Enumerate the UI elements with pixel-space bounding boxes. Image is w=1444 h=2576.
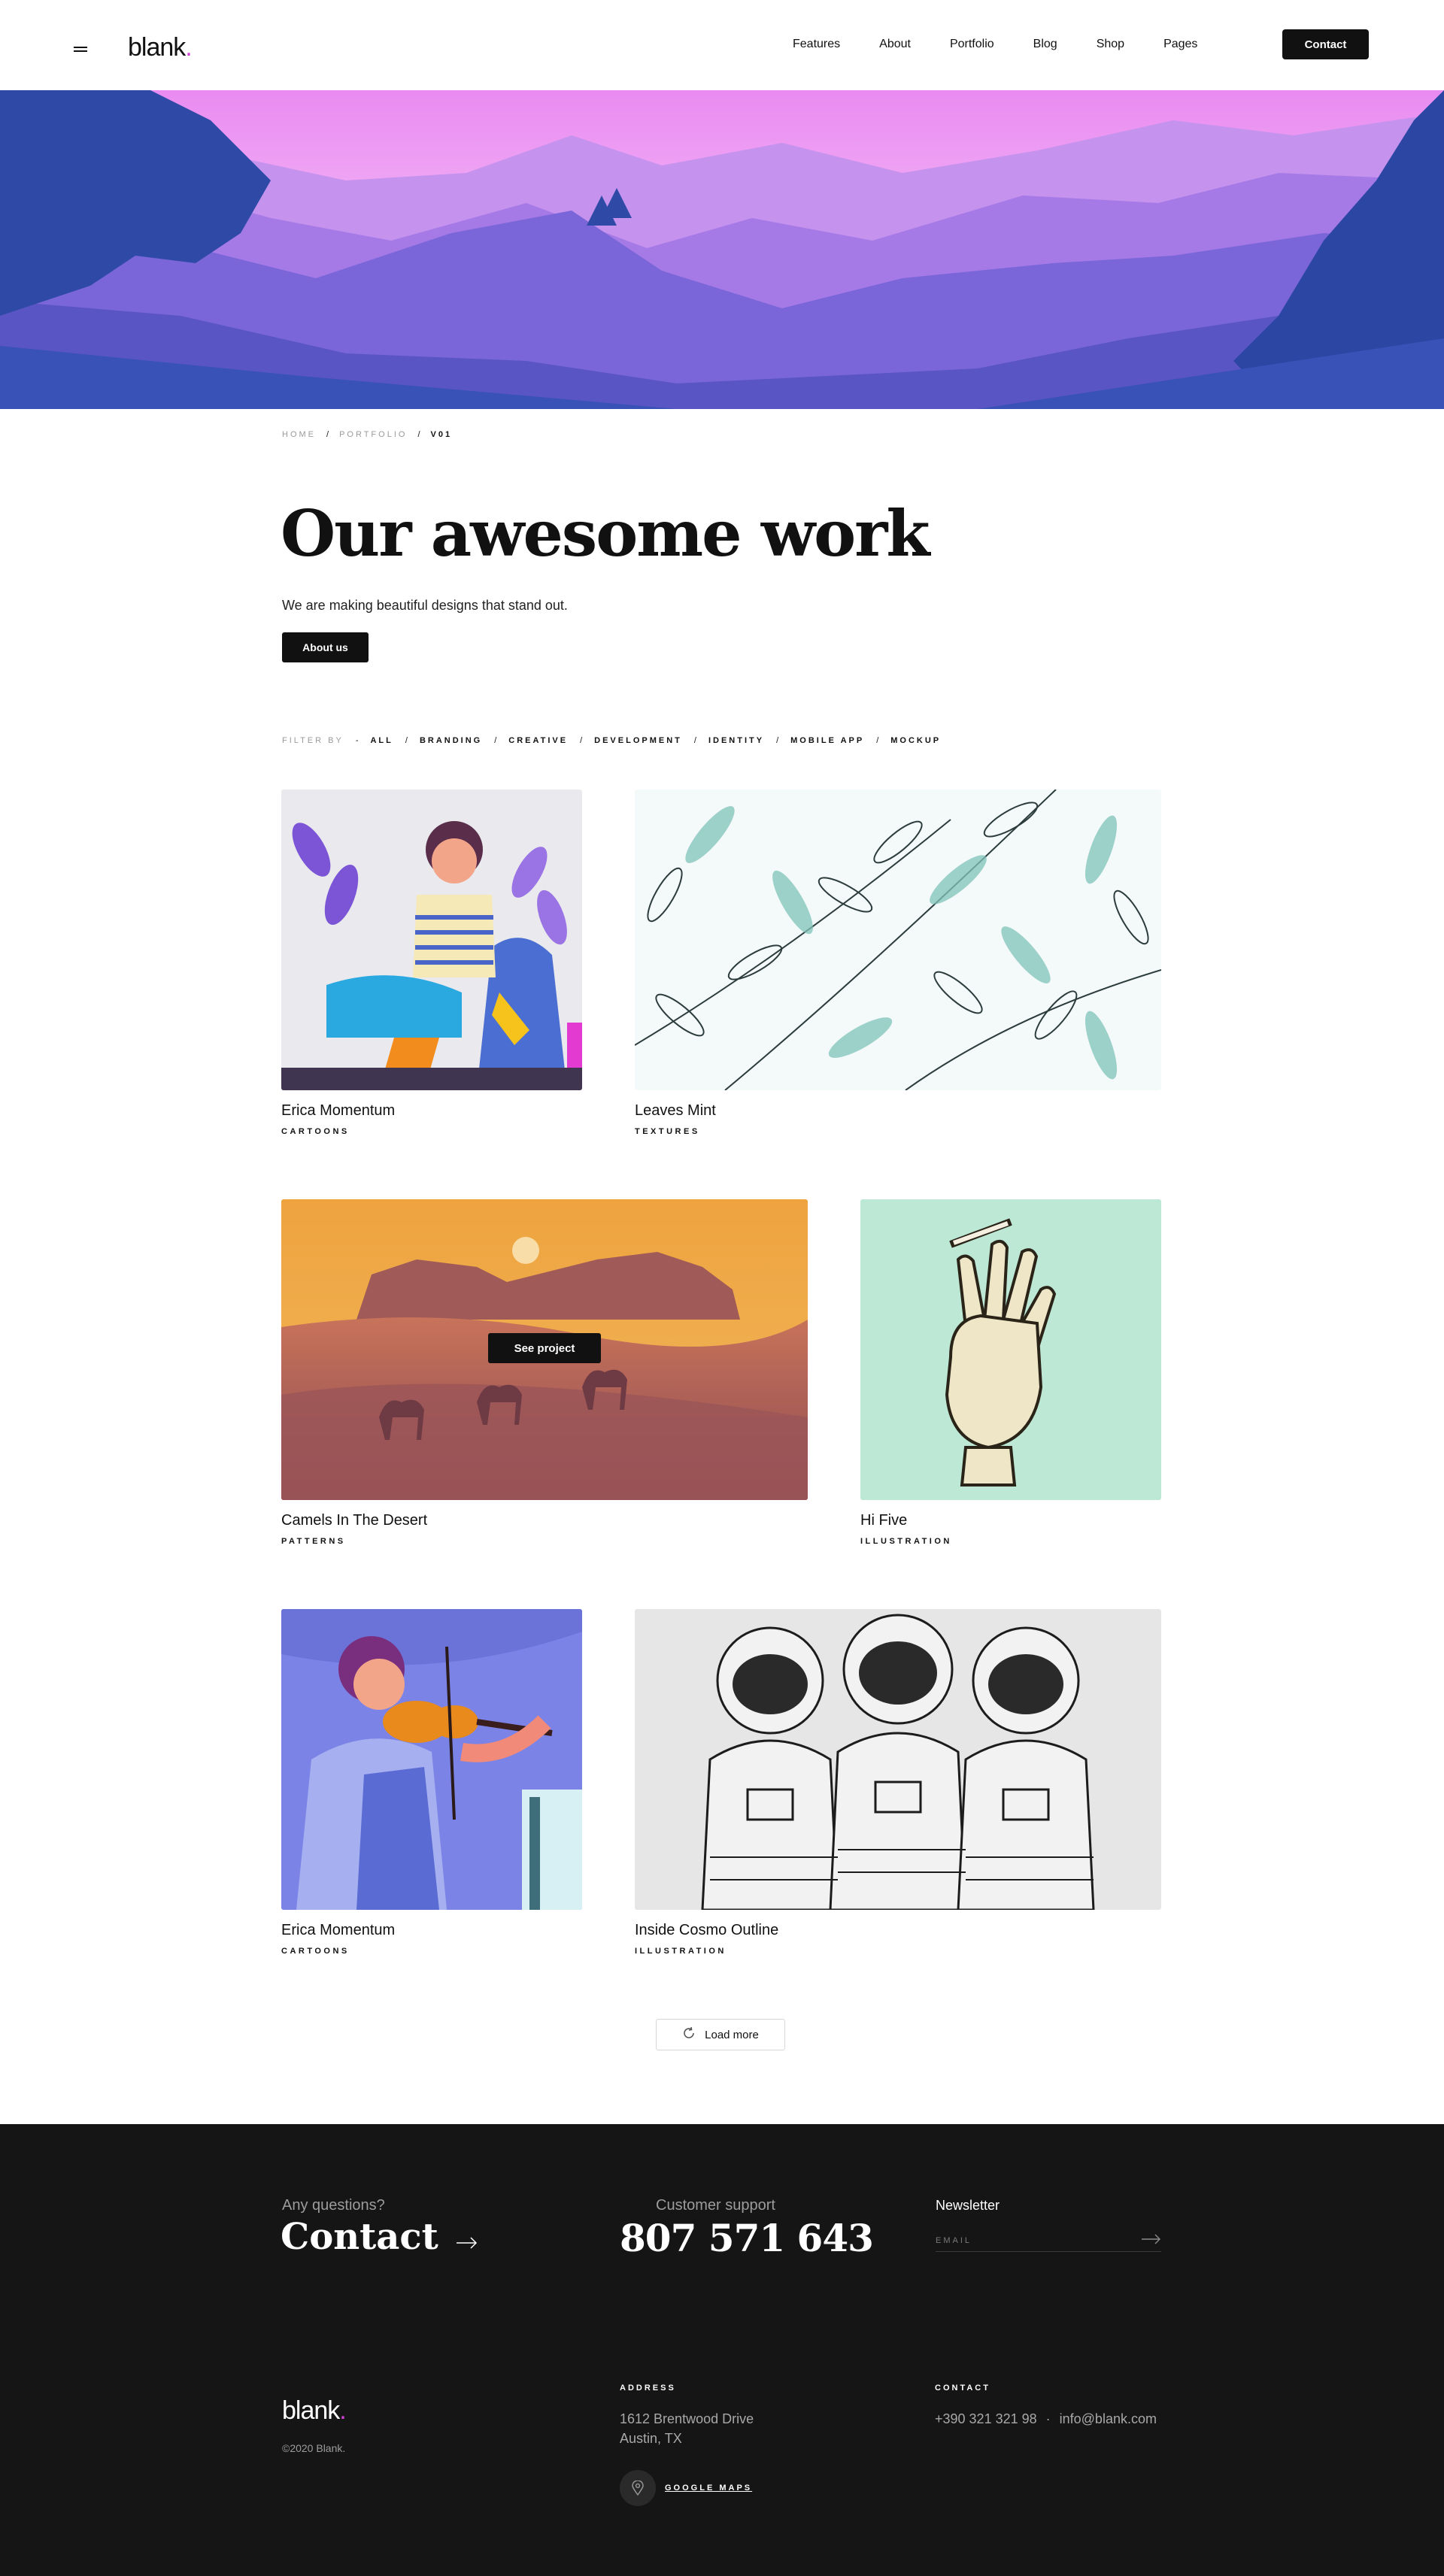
site-header: blank. Features About Portfolio Blog Sho… [0,0,1444,90]
arrow-right-icon [456,2216,478,2258]
breadcrumb-separator: / [326,430,329,439]
filter-development[interactable]: DEVELOPMENT [594,736,682,745]
nav-portfolio[interactable]: Portfolio [950,38,994,51]
project-card[interactable]: Inside Cosmo Outline ILLUSTRATION [635,1609,1161,1956]
hamburger-menu-icon[interactable] [74,47,87,53]
portfolio-filter: FILTER BY - ALL / BRANDING / CREATIVE / … [282,736,941,745]
project-card[interactable]: Hi Five ILLUSTRATION [860,1199,1161,1546]
address-line-1: 1612 Brentwood Drive [620,2411,754,2426]
project-category: ILLUSTRATION [860,1537,952,1546]
project-title[interactable]: Leaves Mint [635,1102,1161,1120]
project-card[interactable]: Leaves Mint TEXTURES [635,789,1161,1136]
refresh-icon [682,2026,696,2043]
project-category: TEXTURES [635,1127,700,1136]
filter-separator: / [876,736,879,745]
project-image-camels-in-the-desert[interactable]: See project [281,1199,808,1500]
filter-separator: / [693,736,696,745]
site-footer: Any questions? Contact Customer support … [0,2124,1444,2576]
google-maps-label[interactable]: GOOGLE MAPS [665,2484,752,2493]
newsletter-heading: Newsletter [936,2198,1000,2213]
filter-mockup[interactable]: MOCKUP [890,736,941,745]
project-card[interactable]: Erica Momentum CARTOONS [281,1609,582,1956]
project-image-inside-cosmo-outline[interactable] [635,1609,1161,1910]
filter-creative[interactable]: CREATIVE [508,736,568,745]
see-project-button[interactable]: See project [488,1333,601,1363]
breadcrumb-home[interactable]: HOME [282,430,316,439]
footer-questions: Any questions? [282,2197,385,2214]
footer-copyright: ©2020 Blank. [282,2442,346,2454]
contact-separator: · [1045,2411,1051,2426]
filter-dash: - [355,736,359,745]
filter-separator: / [580,736,583,745]
nav-shop[interactable]: Shop [1097,38,1124,51]
project-category: CARTOONS [281,1127,350,1136]
breadcrumb-portfolio[interactable]: PORTFOLIO [339,430,407,439]
project-title[interactable]: Hi Five [860,1512,1161,1529]
footer-contact-link[interactable]: Contact [281,2216,478,2258]
project-image-leaves-mint[interactable] [635,789,1161,1090]
breadcrumb-current: V01 [430,430,453,439]
filter-all[interactable]: ALL [370,736,393,745]
filter-branding[interactable]: BRANDING [420,736,482,745]
contact-button[interactable]: Contact [1282,29,1369,59]
contact-email[interactable]: info@blank.com [1060,2411,1157,2427]
filter-identity[interactable]: IDENTITY [708,736,764,745]
load-more-label: Load more [705,2028,759,2041]
nav-features[interactable]: Features [793,38,840,51]
filter-separator: / [494,736,497,745]
project-title[interactable]: Erica Momentum [281,1102,582,1120]
filter-label: FILTER BY [282,736,344,745]
project-category: ILLUSTRATION [635,1947,727,1956]
page-title: Our awesome work [281,496,930,571]
contact-details: +390 321 321 98 · info@blank.com [935,2411,1157,2427]
site-logo[interactable]: blank. [128,33,193,62]
filter-mobile-app[interactable]: MOBILE APP [790,736,864,745]
contact-phone[interactable]: +390 321 321 98 [935,2411,1037,2427]
project-card[interactable]: Erica Momentum CARTOONS [281,789,582,1136]
map-pin-icon [620,2470,656,2506]
filter-separator: / [405,736,408,745]
hero-banner-image [0,90,1444,409]
nav-blog[interactable]: Blog [1033,38,1057,51]
load-more-button[interactable]: Load more [656,2019,785,2050]
footer-phone[interactable]: 807 571 643 [620,2216,874,2260]
project-image-erica-momentum-violin[interactable] [281,1609,582,1910]
project-image-hi-five[interactable] [860,1199,1161,1500]
submit-arrow-icon[interactable] [1142,2234,1161,2247]
email-placeholder: EMAIL [936,2235,972,2245]
project-category: PATTERNS [281,1537,346,1546]
filter-separator: / [776,736,779,745]
project-card[interactable]: See project Camels In The Desert PATTERN… [281,1199,808,1546]
project-title[interactable]: Erica Momentum [281,1922,582,1939]
address-line-2: Austin, TX [620,2431,682,2446]
address-heading: ADDRESS [620,2384,676,2393]
footer-support-label: Customer support [656,2197,775,2214]
contact-heading: CONTACT [935,2384,990,2393]
google-maps-link[interactable]: GOOGLE MAPS [620,2470,752,2506]
about-us-button[interactable]: About us [282,632,369,662]
nav-pages[interactable]: Pages [1163,38,1197,51]
project-image-erica-momentum[interactable] [281,789,582,1090]
footer-contact-label: Contact [281,2216,438,2258]
project-title[interactable]: Inside Cosmo Outline [635,1922,1161,1939]
project-title[interactable]: Camels In The Desert [281,1512,808,1529]
page-intro: We are making beautiful designs that sta… [282,598,568,613]
main-nav: Features About Portfolio Blog Shop Pages [793,38,1236,51]
breadcrumb: HOME / PORTFOLIO / V01 [282,430,452,439]
nav-about[interactable]: About [879,38,911,51]
project-category: CARTOONS [281,1947,350,1956]
breadcrumb-separator: / [417,430,420,439]
newsletter-email-field[interactable]: EMAIL [936,2229,1161,2252]
footer-logo[interactable]: blank. [282,2396,347,2426]
